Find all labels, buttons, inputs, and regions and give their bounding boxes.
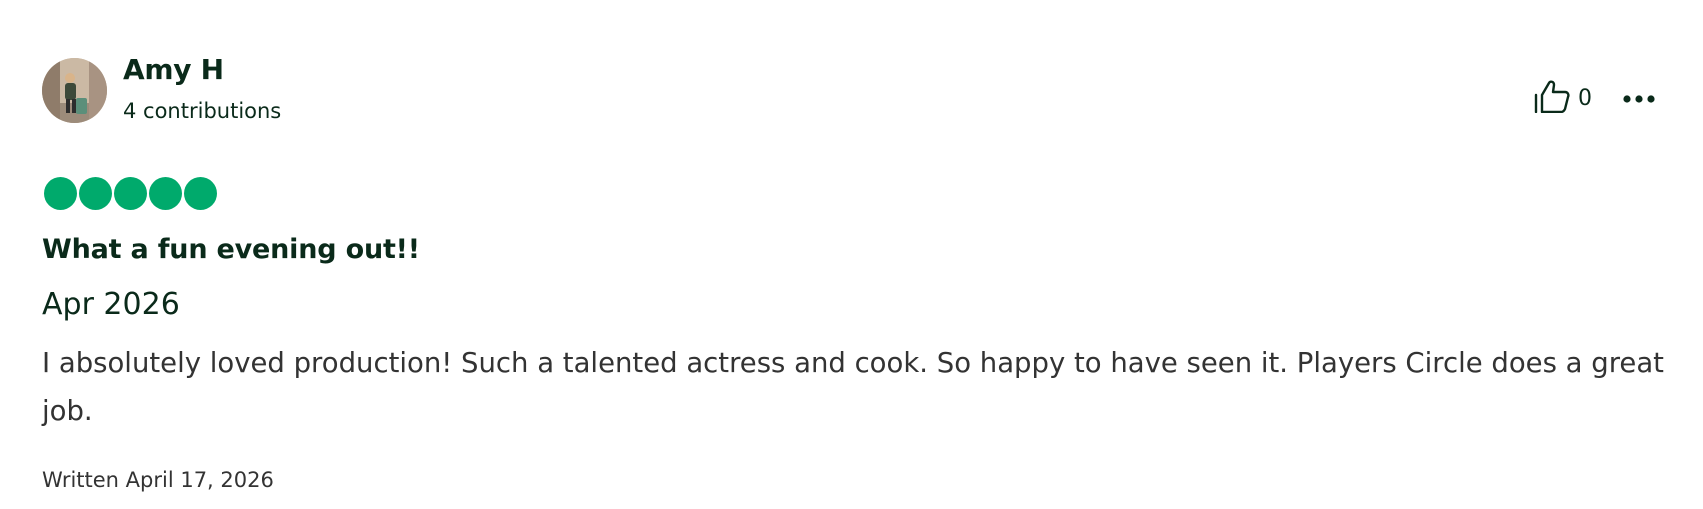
rating-bubbles [44,177,217,210]
review-body: I absolutely loved production! Such a ta… [42,347,1664,427]
rating-bubble [79,177,112,210]
review-title[interactable]: What a fun evening out!! [42,234,420,265]
rating-bubble [184,177,217,210]
rating-bubble [44,177,77,210]
thumbs-up-icon [1534,79,1570,117]
review-actions: 0 [1534,78,1656,118]
rating-bubble [114,177,147,210]
avatar-photo [42,58,107,123]
author-contributions: 4 contributions [123,99,282,123]
helpful-button[interactable]: 0 [1534,79,1592,117]
rating-bubble [149,177,182,210]
more-options-button[interactable] [1622,89,1656,108]
review-card: Amy H 4 contributions 0 What a fun eveni… [0,0,1703,509]
visit-date: Apr 2026 [42,287,180,322]
author-avatar[interactable] [42,58,107,123]
author-name[interactable]: Amy H [123,53,224,86]
more-options-icon [1622,89,1656,108]
helpful-count: 0 [1578,85,1592,111]
written-date: Written April 17, 2026 [42,468,274,492]
